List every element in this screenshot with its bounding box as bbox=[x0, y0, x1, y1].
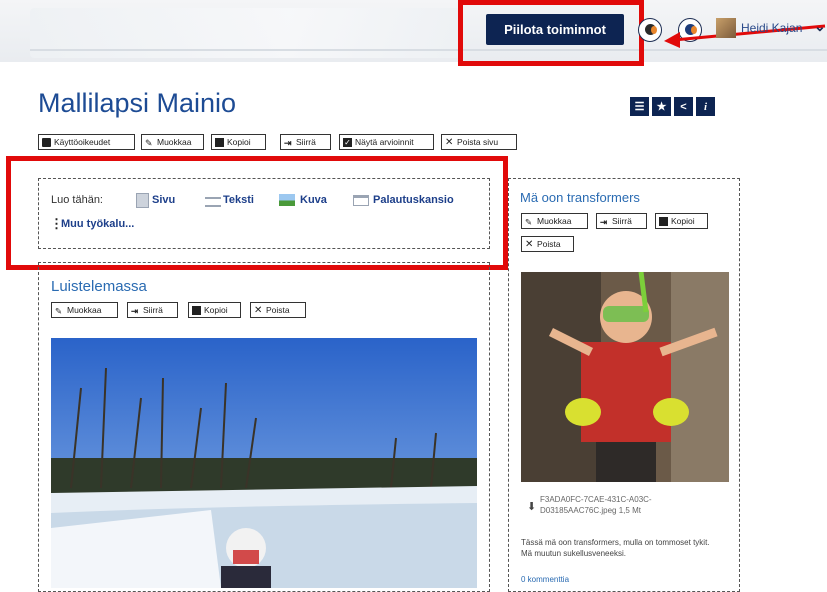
permissions-button[interactable]: Käyttöoikeudet bbox=[38, 134, 135, 150]
close-icon: ✕ bbox=[525, 238, 534, 250]
attachment-file-link[interactable]: F3ADA0FC-7CAE-431C-A03C- D03185AAC76C.jp… bbox=[540, 494, 652, 516]
delete-label: Poista bbox=[537, 239, 561, 249]
lock-icon bbox=[42, 137, 51, 147]
move-icon: ⇥ bbox=[600, 216, 608, 227]
download-icon[interactable]: ⬇ bbox=[527, 500, 536, 513]
file-name-line1: F3ADA0FC-7CAE-431C-A03C- bbox=[540, 495, 652, 504]
permissions-label: Käyttöoikeudet bbox=[54, 137, 111, 147]
move-icon: ⇥ bbox=[284, 137, 292, 148]
comments-link[interactable]: 0 kommenttia bbox=[521, 575, 569, 584]
copy-page-button[interactable]: Kopioi bbox=[211, 134, 266, 150]
notification-icon[interactable] bbox=[638, 18, 662, 42]
edit-page-button[interactable]: ✎ Muokkaa bbox=[141, 134, 204, 150]
copy-label: Kopioi bbox=[671, 216, 695, 226]
copy-block-button[interactable]: Kopioi bbox=[655, 213, 708, 229]
move-page-button[interactable]: ⇥ Siirrä bbox=[280, 134, 331, 150]
user-name[interactable]: Heidi Kajan bbox=[741, 21, 802, 35]
move-block-button[interactable]: ⇥ Siirrä bbox=[127, 302, 178, 318]
copy-label: Kopioi bbox=[227, 137, 251, 147]
move-label: Siirrä bbox=[612, 216, 632, 226]
page-icon bbox=[136, 193, 149, 208]
pencil-icon: ✎ bbox=[145, 137, 153, 148]
image-icon bbox=[279, 194, 295, 206]
create-return-folder-link[interactable]: Palautuskansio bbox=[373, 194, 454, 206]
edit-label: Muokkaa bbox=[157, 137, 192, 147]
block-description: Tässä mä oon transformers, mulla on tomm… bbox=[521, 538, 710, 558]
top-bar-divider bbox=[30, 49, 827, 51]
block-title-transformers: Mä oon transformers bbox=[520, 190, 640, 205]
file-name-line2: D03185AAC76C.jpeg 1,5 Mt bbox=[540, 506, 641, 515]
text-icon bbox=[205, 197, 221, 207]
info-icon[interactable]: i bbox=[696, 97, 715, 116]
copy-icon bbox=[215, 137, 224, 147]
edit-label: Muokkaa bbox=[537, 216, 572, 226]
highlight-box-hide-tools bbox=[458, 0, 644, 66]
transformers-photo bbox=[521, 272, 729, 482]
folder-icon bbox=[353, 195, 369, 206]
create-text-link[interactable]: Teksti bbox=[223, 194, 254, 206]
create-image-link[interactable]: Kuva bbox=[300, 194, 327, 206]
user-avatar[interactable] bbox=[716, 18, 736, 38]
pencil-icon: ✎ bbox=[55, 305, 63, 316]
copy-icon bbox=[659, 216, 668, 226]
delete-page-label: Poista sivu bbox=[457, 137, 499, 147]
highlight-box-create-tools bbox=[6, 156, 508, 270]
page-title: Mallilapsi Mainio bbox=[38, 88, 237, 118]
move-block-button[interactable]: ⇥ Siirrä bbox=[596, 213, 647, 229]
share-icon[interactable]: < bbox=[674, 97, 693, 116]
copy-icon bbox=[192, 305, 201, 315]
copy-label: Kopioi bbox=[204, 305, 228, 315]
menu-icon[interactable]: ☰ bbox=[630, 97, 649, 116]
delete-block-button[interactable]: ✕ Poista bbox=[250, 302, 306, 318]
delete-page-button[interactable]: ✕ Poista sivu bbox=[441, 134, 517, 150]
move-label: Siirrä bbox=[296, 137, 316, 147]
block-title-skating: Luistelemassa bbox=[51, 278, 147, 295]
delete-block-button[interactable]: ✕ Poista bbox=[521, 236, 574, 252]
chevron-down-icon[interactable]: ⌄ bbox=[814, 18, 826, 35]
create-page-link[interactable]: Sivu bbox=[152, 194, 175, 206]
show-ratings-button[interactable]: ✓ Näytä arvioinnit bbox=[339, 134, 434, 150]
edit-block-button[interactable]: ✎ Muokkaa bbox=[521, 213, 588, 229]
edit-block-button[interactable]: ✎ Muokkaa bbox=[51, 302, 118, 318]
copy-block-button[interactable]: Kopioi bbox=[188, 302, 241, 318]
move-icon: ⇥ bbox=[131, 305, 139, 316]
checkbox-icon: ✓ bbox=[343, 137, 352, 147]
edit-label: Muokkaa bbox=[67, 305, 102, 315]
pencil-icon: ✎ bbox=[525, 216, 533, 227]
create-here-label: Luo tähän: bbox=[51, 194, 103, 206]
close-icon: ✕ bbox=[254, 304, 263, 316]
show-ratings-label: Näytä arvioinnit bbox=[355, 137, 414, 147]
delete-label: Poista bbox=[266, 305, 290, 315]
close-icon: ✕ bbox=[445, 136, 454, 148]
skating-photo bbox=[51, 338, 477, 588]
move-label: Siirrä bbox=[143, 305, 163, 315]
star-icon[interactable]: ★ bbox=[652, 97, 671, 116]
more-tools-link[interactable]: Muu työkalu... bbox=[61, 218, 134, 230]
